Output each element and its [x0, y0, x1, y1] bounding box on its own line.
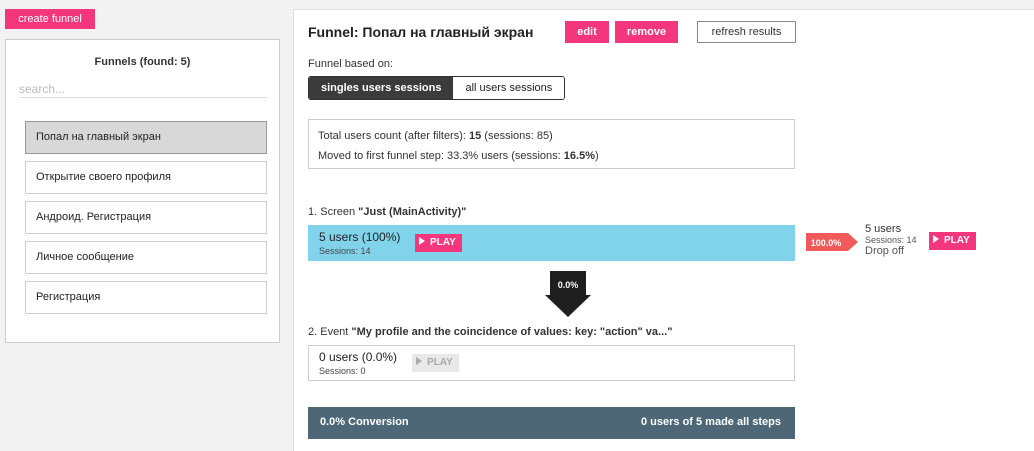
conversion-summary: 0 users of 5 made all steps: [640, 416, 781, 428]
funnels-sidebar: Funnels (found: 5) Попал на главный экра…: [5, 39, 280, 343]
dropoff-label: Drop off: [865, 245, 904, 257]
funnel-based-on-label: Funnel based on:: [308, 58, 394, 70]
step-1-label: 1. Screen "Just (MainActivity)": [308, 206, 467, 218]
step-2-bar: 0 users (0.0%) Sessions: 0 PLAY: [308, 345, 795, 381]
dropoff-arrow-icon: 100.0%: [806, 233, 858, 251]
step-2-play-button[interactable]: PLAY: [412, 354, 459, 372]
conversion-percent: 0.0% Conversion: [320, 416, 409, 428]
refresh-results-button[interactable]: refresh results: [697, 21, 796, 43]
step-1-sessions: Sessions: 14: [319, 246, 371, 256]
dropoff-percent: 100.0%: [811, 238, 842, 248]
summary-total-users: Total users count (after filters): 15 (s…: [318, 130, 553, 142]
step-2-sessions: Sessions: 0: [319, 366, 366, 376]
play-icon: [933, 235, 939, 243]
summary-first-step: Moved to first funnel step: 33.3% users …: [318, 150, 599, 162]
funnel-item[interactable]: Личное сообщение: [25, 241, 267, 274]
funnels-count-title: Funnels (found: 5): [94, 56, 191, 68]
session-mode-toggle: singles users sessions all users session…: [308, 76, 566, 100]
all-users-sessions-tab[interactable]: all users sessions: [453, 77, 565, 99]
edit-button[interactable]: edit: [565, 21, 609, 43]
page-title: Funnel: Попал на главный экран: [308, 24, 534, 40]
create-funnel-button[interactable]: create funnel: [5, 9, 95, 29]
remove-button[interactable]: remove: [615, 21, 678, 43]
play-icon: [419, 237, 425, 245]
funnel-search-input[interactable]: [19, 80, 267, 98]
step-1-users: 5 users (100%): [319, 230, 401, 244]
step-transition-arrow-icon: 0.0%: [545, 271, 591, 317]
funnel-summary: Total users count (after filters): 15 (s…: [308, 119, 795, 169]
step-2-users: 0 users (0.0%): [319, 350, 398, 364]
dropoff-users: 5 users: [865, 223, 902, 235]
funnel-item[interactable]: Открытие своего профиля: [25, 161, 267, 194]
step-1-play-button[interactable]: PLAY: [415, 234, 462, 252]
dropoff-info: 5 users Sessions: 14 Drop off: [865, 224, 917, 257]
conversion-bar: 0.0% Conversion 0 users of 5 made all st…: [308, 407, 795, 439]
dropoff-play-button[interactable]: PLAY: [929, 232, 976, 250]
step-1-bar: 5 users (100%) Sessions: 14 PLAY: [308, 225, 795, 261]
funnel-item[interactable]: Андроид. Регистрация: [25, 201, 267, 234]
step-transition-percent: 0.0%: [558, 280, 579, 290]
step-2-label: 2. Event "My profile and the coincidence…: [308, 326, 673, 338]
funnel-item[interactable]: Попал на главный экран: [25, 121, 267, 154]
play-icon: [416, 357, 422, 365]
funnel-detail-panel: Funnel: Попал на главный экран edit remo…: [293, 9, 1034, 451]
singles-users-sessions-tab[interactable]: singles users sessions: [309, 77, 454, 99]
funnel-item[interactable]: Регистрация: [25, 281, 267, 314]
